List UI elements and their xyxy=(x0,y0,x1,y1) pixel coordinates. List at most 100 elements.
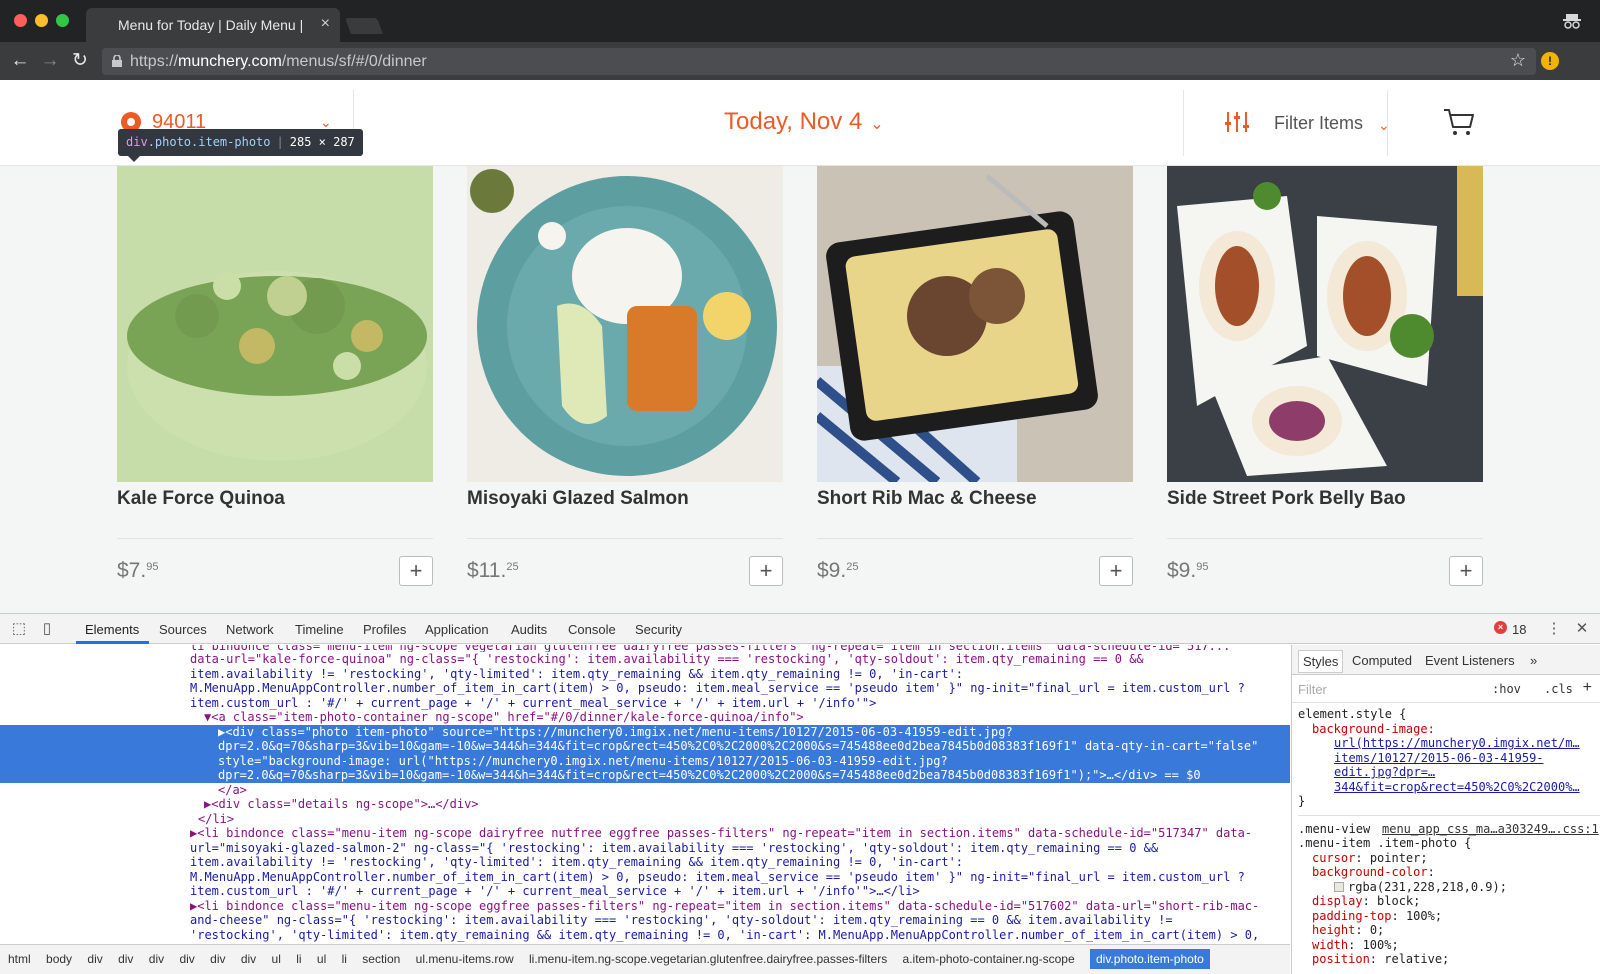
add-to-cart-button[interactable]: + xyxy=(1449,556,1483,586)
address-bar[interactable]: https://munchery.com/menus/sf/#/0/dinner… xyxy=(102,48,1536,75)
filter-items-button[interactable]: Filter Items xyxy=(1274,113,1363,134)
css-property[interactable]: display: block; xyxy=(1298,894,1600,909)
cart-icon[interactable] xyxy=(1443,107,1475,137)
breadcrumb-item[interactable]: div xyxy=(241,952,256,966)
browser-tab[interactable]: Menu for Today | Daily Menu | × xyxy=(86,8,340,42)
tab-event-listeners[interactable]: Event Listeners xyxy=(1425,653,1515,668)
tab-profiles[interactable]: Profiles xyxy=(363,622,406,637)
css-property[interactable]: height: 0; xyxy=(1298,923,1600,938)
dom-line[interactable]: </a> xyxy=(0,783,1290,798)
dom-line[interactable]: item.availability != 'restocking', 'qty-… xyxy=(0,667,1290,682)
dom-line[interactable]: ▶<li bindonce class="menu-item ng-scope … xyxy=(0,826,1290,841)
css-value-url[interactable]: 344&fit=crop&rect=450%2C0%2C2000%… xyxy=(1298,780,1600,795)
breadcrumb-item[interactable]: ul.menu-items.row xyxy=(416,952,514,966)
dom-line[interactable]: item.custom_url : '#/' + current_page + … xyxy=(0,696,1290,711)
add-to-cart-button[interactable]: + xyxy=(1099,556,1133,586)
minimize-window-button[interactable] xyxy=(35,14,48,27)
forward-arrow-icon[interactable]: → xyxy=(38,49,62,73)
css-value-url[interactable]: url(https://munchery0.imgix.net/m… xyxy=(1298,736,1600,751)
filter-sliders-icon[interactable] xyxy=(1224,110,1250,134)
close-window-button[interactable] xyxy=(14,14,27,27)
breadcrumb-item[interactable]: section xyxy=(362,952,400,966)
item-photo[interactable] xyxy=(467,166,783,482)
more-tabs-icon[interactable]: » xyxy=(1530,653,1537,668)
selected-dom-node[interactable]: ▶<div class="photo item-photo" source="h… xyxy=(0,724,1290,783)
tab-security[interactable]: Security xyxy=(635,622,682,637)
dom-line[interactable]: </li> xyxy=(0,812,1290,827)
tab-application[interactable]: Application xyxy=(425,622,489,637)
tab-network[interactable]: Network xyxy=(226,622,274,637)
css-property[interactable]: position: relative; xyxy=(1298,952,1600,967)
color-swatch[interactable] xyxy=(1334,881,1344,892)
dom-line[interactable]: ▼<a class="item-photo-container ng-scope… xyxy=(0,710,1290,725)
tab-computed[interactable]: Computed xyxy=(1352,653,1412,668)
item-name[interactable]: Short Rib Mac & Cheese xyxy=(817,488,1037,510)
dom-line[interactable]: item.availability != 'restocking', 'qty-… xyxy=(0,855,1290,870)
breadcrumb-item[interactable]: div xyxy=(210,952,225,966)
dom-line[interactable]: M.MenuApp.MenuAppController.number_of_it… xyxy=(0,681,1290,696)
dom-line[interactable]: item.custom_url : '#/' + current_page + … xyxy=(0,884,1290,899)
dom-line[interactable]: data-url="kale-force-quinoa" ng-class="{… xyxy=(0,652,1290,667)
item-name[interactable]: Misoyaki Glazed Salmon xyxy=(467,488,689,510)
add-to-cart-button[interactable]: + xyxy=(399,556,433,586)
css-property[interactable]: cursor: pointer; xyxy=(1298,851,1600,866)
dom-line[interactable]: and-cheese" ng-class="{ 'restocking': it… xyxy=(0,913,1290,928)
item-name[interactable]: Side Street Pork Belly Bao xyxy=(1167,488,1406,510)
error-count[interactable]: 18 xyxy=(1512,622,1526,637)
new-rule-button[interactable]: + xyxy=(1583,679,1592,697)
breadcrumb-item[interactable]: ul xyxy=(317,952,326,966)
breadcrumb-item[interactable]: div xyxy=(118,952,133,966)
css-property[interactable]: padding-top: 100%; xyxy=(1298,909,1600,924)
rule-source-link[interactable]: menu_app_css_ma…a303249….css:1 xyxy=(1382,822,1599,837)
item-photo[interactable] xyxy=(117,166,433,482)
add-to-cart-button[interactable]: + xyxy=(749,556,783,586)
tab-audits[interactable]: Audits xyxy=(511,622,547,637)
breadcrumb-item[interactable]: body xyxy=(46,952,72,966)
dom-line[interactable]: ▶<li bindonce class="menu-item ng-scope … xyxy=(0,899,1290,914)
dom-line[interactable]: li bindonce class="menu-item ng-scope ve… xyxy=(0,645,1290,652)
css-property[interactable]: width: 100%; xyxy=(1298,938,1600,953)
breadcrumb-item[interactable]: li.menu-item.ng-scope.vegetarian.glutenf… xyxy=(529,952,887,966)
breadcrumb-item[interactable]: a.item-photo-container.ng-scope xyxy=(903,952,1075,966)
item-name[interactable]: Kale Force Quinoa xyxy=(117,488,285,510)
css-value-url[interactable]: items/10127/2015-06-03-41959- xyxy=(1298,751,1600,766)
breadcrumb-item[interactable]: li xyxy=(342,952,347,966)
breadcrumb-item[interactable]: html xyxy=(8,952,31,966)
close-devtools-icon[interactable]: ✕ xyxy=(1573,620,1591,638)
breadcrumb-item[interactable]: div xyxy=(87,952,102,966)
inspect-element-icon[interactable]: ⬚ xyxy=(10,620,28,638)
item-photo[interactable] xyxy=(817,166,1133,482)
tab-sources[interactable]: Sources xyxy=(159,622,207,637)
breadcrumb-item[interactable]: li xyxy=(296,952,301,966)
tab-close-icon[interactable]: × xyxy=(321,15,330,33)
hover-state-toggle[interactable]: :hov xyxy=(1492,682,1521,696)
more-options-icon[interactable]: ⋮ xyxy=(1545,620,1563,638)
css-property[interactable]: background-color: xyxy=(1298,865,1600,880)
reload-icon[interactable]: ↻ xyxy=(68,49,92,73)
dom-line[interactable]: M.MenuApp.MenuAppController.number_of_it… xyxy=(0,870,1290,885)
breadcrumb-item[interactable]: div xyxy=(149,952,164,966)
menu-item[interactable]: Short Rib Mac & Cheese $9.25 + xyxy=(817,166,1133,586)
dom-line[interactable]: 'restocking', 'qty-limited': item.qty_re… xyxy=(0,928,1290,943)
tab-timeline[interactable]: Timeline xyxy=(295,622,344,637)
new-tab-button[interactable] xyxy=(345,18,383,34)
breadcrumb-item-active[interactable]: div.photo.item-photo xyxy=(1089,949,1210,969)
date-selector[interactable]: Today, Nov 4 ⌄ xyxy=(724,108,884,136)
styles-filter-input[interactable]: Filter xyxy=(1298,682,1327,697)
menu-item[interactable]: Side Street Pork Belly Bao $9.95 + xyxy=(1167,166,1483,586)
back-arrow-icon[interactable]: ← xyxy=(8,49,32,73)
device-toolbar-icon[interactable]: ▯ xyxy=(38,620,56,638)
breadcrumb-item[interactable]: div xyxy=(179,952,194,966)
menu-item[interactable]: Misoyaki Glazed Salmon $11.25 + xyxy=(467,166,783,586)
css-property[interactable]: background-image: xyxy=(1298,722,1600,737)
extension-icon[interactable]: ! xyxy=(1541,52,1559,70)
dom-line[interactable]: url="misoyaki-glazed-salmon-2" ng-class=… xyxy=(0,841,1290,856)
class-toggle[interactable]: .cls xyxy=(1544,682,1573,696)
tab-elements[interactable]: Elements xyxy=(85,622,139,637)
menu-item[interactable]: Kale Force Quinoa $7.95 + xyxy=(117,166,433,586)
breadcrumb-item[interactable]: ul xyxy=(272,952,281,966)
item-photo[interactable] xyxy=(1167,166,1483,482)
css-value-url[interactable]: edit.jpg?dpr=… xyxy=(1298,765,1600,780)
css-value[interactable]: rgba(231,228,218,0.9); xyxy=(1298,880,1600,895)
tab-console[interactable]: Console xyxy=(568,622,616,637)
